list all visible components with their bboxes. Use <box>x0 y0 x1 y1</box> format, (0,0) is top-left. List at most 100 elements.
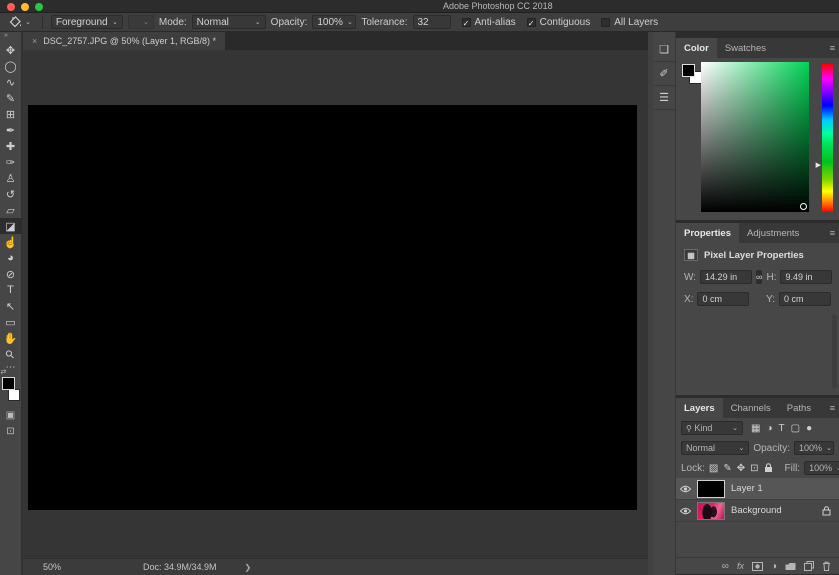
y-input[interactable] <box>779 292 831 306</box>
rectangle-icon: ▭ <box>5 316 16 329</box>
tab-channels[interactable]: Channels <box>723 398 779 418</box>
add-layer-mask-icon[interactable] <box>751 561 763 571</box>
crop-tool[interactable]: ⊞ <box>0 106 22 122</box>
properties-scrollbar[interactable] <box>832 315 837 389</box>
contiguous-checkbox[interactable]: ✓ Contiguous <box>526 17 590 28</box>
hue-slider[interactable] <box>822 64 833 212</box>
tab-swatches[interactable]: Swatches <box>717 38 774 58</box>
brush-settings-panel-button[interactable]: ✐ <box>653 62 675 86</box>
canvas-viewport[interactable] <box>23 50 648 558</box>
hand-tool[interactable]: ✋ <box>0 330 22 346</box>
all-layers-checkbox[interactable]: All Layers <box>601 17 658 28</box>
screen-mode-button[interactable]: ⊡ <box>0 423 22 439</box>
tool-preset-picker[interactable]: ⌄ <box>6 16 34 28</box>
visibility-eye-icon[interactable] <box>680 485 691 493</box>
dodge-tool[interactable]: ◕ <box>0 250 22 266</box>
foreground-color-swatch[interactable] <box>682 64 695 77</box>
paint-bucket-tool[interactable]: ◪ <box>0 218 22 234</box>
pattern-picker[interactable]: ⌄ <box>127 15 154 29</box>
move-tool[interactable]: ✥ <box>0 42 22 58</box>
eraser-tool[interactable]: ▱ <box>0 202 22 218</box>
quick-mask-button[interactable]: ▣ <box>0 407 22 423</box>
tab-color[interactable]: Color <box>676 38 717 58</box>
new-layer-icon[interactable] <box>804 561 814 571</box>
layer-effects-icon[interactable]: fx <box>737 561 744 571</box>
collapse-tools-icon[interactable]: » <box>0 32 8 42</box>
close-tab-icon[interactable]: × <box>32 36 37 46</box>
document-tab[interactable]: × DSC_2757.JPG @ 50% (Layer 1, RGB/8) * <box>23 32 225 50</box>
canvas-image[interactable] <box>28 105 637 510</box>
quick-selection-tool[interactable]: ✎ <box>0 90 22 106</box>
layer-thumbnail[interactable] <box>697 501 725 520</box>
tab-adjustments[interactable]: Adjustments <box>739 223 807 243</box>
layer-name[interactable]: Background <box>731 505 816 516</box>
tool-presets-panel-button[interactable]: ☰ <box>653 86 675 110</box>
lock-transparent-pixels-icon[interactable]: ▨ <box>709 463 718 474</box>
path-selection-tool[interactable]: ↖ <box>0 298 22 314</box>
hand-icon: ✋ <box>3 332 18 345</box>
lock-artboard-icon[interactable]: ⊡ <box>750 463 758 474</box>
anti-alias-checkbox[interactable]: ✓ Anti-alias <box>461 17 516 28</box>
layer-row-layer-1[interactable]: Layer 1 <box>676 478 839 500</box>
layer-opacity-dropdown[interactable]: 100% ⌄ <box>794 441 834 455</box>
lock-all-icon[interactable] <box>764 463 773 473</box>
lock-position-icon[interactable]: ✥ <box>737 463 745 474</box>
link-layers-icon[interactable]: ∞ <box>722 561 729 572</box>
smudge-tool[interactable]: ☝ <box>0 234 22 250</box>
width-input[interactable] <box>700 270 753 284</box>
brush-tool[interactable]: ✑ <box>0 154 22 170</box>
layer-name[interactable]: Layer 1 <box>731 483 835 494</box>
foreground-color-swatch[interactable] <box>1 377 15 390</box>
background-color-swatch[interactable] <box>7 389 20 401</box>
fill-source-dropdown[interactable]: Foreground ⌄ <box>50 15 123 29</box>
rectangle-tool[interactable]: ▭ <box>0 314 22 330</box>
tab-properties[interactable]: Properties <box>676 223 739 243</box>
eyedropper-tool[interactable]: ✒ <box>0 122 22 138</box>
hue-slider-arrow-icon[interactable]: ▶ <box>816 161 821 169</box>
filter-kind-dropdown[interactable]: ⚲ Kind ⌄ <box>681 421 743 435</box>
filter-type-layers-icon[interactable]: T <box>779 423 785 434</box>
type-tool[interactable]: T <box>0 282 22 298</box>
filter-adjustment-layers-icon[interactable]: ◑ <box>766 423 772 434</box>
minimize-window-button[interactable] <box>21 3 29 11</box>
tab-layers[interactable]: Layers <box>676 398 723 418</box>
swap-swatches-icon[interactable]: ⇄ <box>1 368 21 377</box>
x-input[interactable] <box>697 292 750 306</box>
status-options-chevron-icon[interactable]: ❯ <box>245 563 252 572</box>
new-adjustment-layer-icon[interactable]: ◑ <box>771 561 777 572</box>
delete-layer-icon[interactable] <box>822 561 831 571</box>
tab-paths[interactable]: Paths <box>779 398 819 418</box>
filter-pixel-layers-icon[interactable]: ▦ <box>751 423 760 434</box>
panel-menu-icon[interactable]: ≡ <box>830 228 835 238</box>
saturation-brightness-map[interactable] <box>701 62 809 212</box>
pen-tool[interactable]: ⊘ <box>0 266 22 282</box>
filter-smart-objects-icon[interactable]: ● <box>806 423 812 434</box>
history-panel-button[interactable]: ❏ <box>653 38 675 62</box>
lock-image-pixels-icon[interactable]: ✎ <box>723 463 731 474</box>
new-group-icon[interactable] <box>785 562 796 571</box>
opacity-dropdown[interactable]: 100% ⌄ <box>312 15 357 29</box>
panel-menu-icon[interactable]: ≡ <box>830 403 835 413</box>
link-dimensions-icon[interactable]: ∞ <box>756 270 763 284</box>
height-input[interactable] <box>780 270 833 284</box>
foreground-background-swatches[interactable]: ⇄ <box>1 369 21 401</box>
filter-shape-layers-icon[interactable]: ▢ <box>791 423 800 434</box>
tolerance-input[interactable] <box>412 15 451 29</box>
mode-dropdown[interactable]: Normal ⌄ <box>191 15 266 29</box>
visibility-eye-icon[interactable] <box>680 507 691 515</box>
clone-stamp-tool[interactable]: ♙ <box>0 170 22 186</box>
panel-menu-icon[interactable]: ≡ <box>830 43 835 53</box>
layer-row-background[interactable]: Background <box>676 500 839 522</box>
blend-mode-dropdown[interactable]: Normal ⌄ <box>681 441 750 455</box>
history-brush-tool[interactable]: ↺ <box>0 186 22 202</box>
fill-dropdown[interactable]: 100% ⌄ <box>804 461 839 475</box>
layer-thumbnail[interactable] <box>697 479 725 498</box>
zoom-window-button[interactable] <box>35 3 43 11</box>
close-window-button[interactable] <box>7 3 15 11</box>
spot-healing-brush-tool[interactable]: ✚ <box>0 138 22 154</box>
lasso-tool[interactable]: ∿ <box>0 74 22 90</box>
color-selection-point[interactable] <box>800 203 807 210</box>
elliptical-marquee-tool[interactable]: ◯ <box>0 58 22 74</box>
zoom-level-field[interactable]: 50% <box>43 562 83 572</box>
zoom-tool[interactable]: ⚲ <box>0 346 22 362</box>
